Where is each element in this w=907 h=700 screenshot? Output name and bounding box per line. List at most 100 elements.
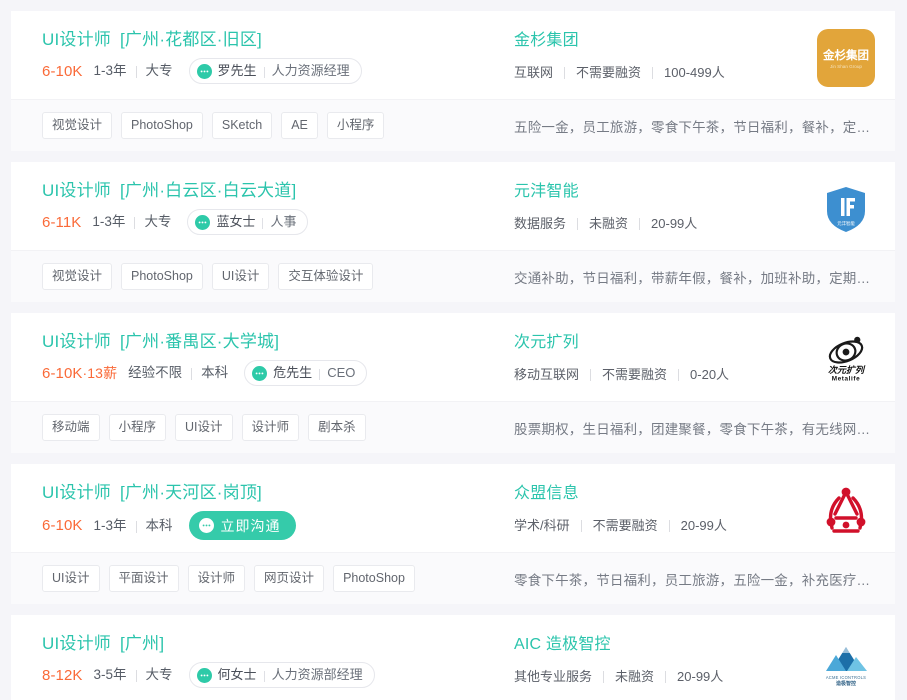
company-info: 元沣智能 数据服务 未融资 20-99人 — [514, 178, 697, 232]
company-name[interactable]: 次元扩列 — [514, 331, 729, 355]
skill-tag[interactable]: 小程序 — [326, 112, 385, 139]
job-title-line[interactable]: UI设计师 [广州] — [42, 631, 481, 657]
skill-tag[interactable]: 小程序 — [108, 414, 167, 441]
recruiter-separator — [262, 217, 264, 229]
job-education: 大专 — [145, 667, 173, 682]
job-title-line[interactable]: UI设计师 [广州·花都区·旧区] — [42, 27, 481, 53]
job-salary: 6-10K·13薪 — [42, 362, 117, 385]
recruiter-separator — [263, 66, 265, 78]
svg-text:次元扩列: 次元扩列 — [828, 365, 866, 375]
skill-tag-row: 移动端 小程序 UI设计 设计师 剧本杀 — [11, 414, 481, 441]
job-title-line[interactable]: UI设计师 [广州·番禺区·大学城] — [42, 329, 481, 355]
skill-tag[interactable]: 平面设计 — [108, 565, 179, 592]
company-info: 众盟信息 学术/科研 不需要融资 20-99人 — [514, 480, 727, 534]
job-location: [广州·番禺区·大学城] — [120, 332, 280, 351]
job-meta-line: 6-11K 1-3年 大专 蓝女士 人事 — [42, 209, 481, 235]
company-funding: 未融资 — [615, 669, 655, 684]
skill-tag[interactable]: UI设计 — [211, 263, 270, 290]
chat-bubble-icon — [252, 365, 268, 381]
svg-text:金杉集团: 金杉集团 — [822, 48, 869, 62]
recruiter-name: 蓝女士 — [216, 214, 256, 229]
skill-tag[interactable]: 剧本杀 — [308, 414, 366, 441]
job-education: 大专 — [145, 63, 173, 78]
job-card-footer: 视觉设计 PhotoShop SKetch AE 小程序 五险一金，员工旅游，零食下午茶，… — [11, 99, 895, 151]
recruiter-badge[interactable]: 危先生 CEO — [244, 360, 368, 386]
svg-text:ACME ICONTROLS: ACME ICONTROLS — [826, 675, 866, 680]
skill-tag[interactable]: SKetch — [211, 112, 273, 139]
skill-tag-row: 视觉设计 PhotoShop UI设计 交互体验设计 — [11, 263, 481, 290]
job-card-main: UI设计师 [广州·天河区·岗顶] 6-10K 1-3年 本科 立即沟通 众盟信息 学术/科研… — [11, 464, 895, 552]
job-info-column: UI设计师 [广州·白云区·白云大道] 6-11K 1-3年 大专 蓝女士 人事 — [11, 178, 481, 238]
recruiter-separator — [263, 670, 265, 682]
company-size: 0-20人 — [690, 367, 730, 382]
skill-tag[interactable]: PhotoShop — [121, 112, 203, 139]
job-card[interactable]: UI设计师 [广州·白云区·白云大道] 6-11K 1-3年 大专 蓝女士 人事 元沣智能 数据… — [11, 162, 895, 302]
job-card-footer: 视觉设计 PhotoShop UI设计 交互体验设计 交通补助，节日福利，带薪年假，餐补… — [11, 250, 895, 302]
company-name[interactable]: 众盟信息 — [514, 482, 727, 506]
chat-now-button[interactable]: 立即沟通 — [188, 511, 296, 540]
job-card[interactable]: UI设计师 [广州·花都区·旧区] 6-10K 1-3年 大专 罗先生 人力资源经理 金杉集团… — [11, 11, 895, 151]
skill-tag[interactable]: 视觉设计 — [42, 263, 113, 290]
skill-tag[interactable]: 设计师 — [187, 565, 246, 592]
company-name[interactable]: 元沣智能 — [514, 180, 697, 204]
job-meta-line: 8-12K 3-5年 大专 何女士 人力资源部经理 — [42, 662, 481, 688]
salary-range: 6-10K — [42, 62, 83, 80]
meta-separator — [665, 670, 667, 683]
salary-range: 6-11K — [42, 213, 82, 231]
recruiter-badge[interactable]: 何女士 人力资源部经理 — [188, 662, 375, 688]
skill-tag[interactable]: 设计师 — [241, 414, 300, 441]
meta-separator — [135, 66, 137, 78]
company-funding: 不需要融资 — [602, 367, 668, 382]
job-title-line[interactable]: UI设计师 [广州·白云区·白云大道] — [42, 178, 481, 204]
skill-tag[interactable]: UI设计 — [42, 565, 100, 592]
company-size: 100-499人 — [664, 65, 725, 80]
job-title: UI设计师 — [42, 634, 111, 653]
company-name[interactable]: AIC 造极智控 — [514, 633, 723, 657]
job-card-footer: 移动端 小程序 UI设计 设计师 剧本杀 股票期权，生日福利，团建聚餐，零食下午茶，有无线… — [11, 401, 895, 453]
skill-tag[interactable]: UI设计 — [175, 414, 233, 441]
skill-tag[interactable]: 视觉设计 — [42, 112, 113, 139]
chat-now-label: 立即沟通 — [220, 517, 281, 534]
skill-tag[interactable]: 网页设计 — [254, 565, 325, 592]
skill-tag[interactable]: PhotoShop — [333, 565, 415, 592]
meta-separator — [639, 217, 641, 230]
svg-text:Jin Shan Group: Jin Shan Group — [830, 64, 862, 69]
job-salary: 8-12K — [42, 664, 83, 687]
company-funding: 不需要融资 — [592, 518, 658, 533]
meta-separator — [678, 368, 680, 381]
jinshan-group-logo: 金杉集团 Jin Shan Group — [817, 29, 875, 87]
job-meta-line: 6-10K 1-3年 本科 立即沟通 — [42, 511, 481, 540]
recruiter-role: 人事 — [270, 214, 297, 229]
job-title: UI设计师 — [42, 181, 111, 200]
recruiter-badge[interactable]: 蓝女士 人事 — [187, 209, 309, 235]
company-meta-line: 互联网 不需要融资 100-499人 — [514, 62, 725, 81]
company-name[interactable]: 金杉集团 — [514, 29, 725, 53]
company-funding: 不需要融资 — [576, 65, 642, 80]
salary-range: 8-12K — [42, 666, 83, 684]
job-info-column: UI设计师 [广州] 8-12K 3-5年 大专 何女士 人力资源部经理 — [11, 631, 481, 691]
skill-tag[interactable]: PhotoShop — [121, 263, 203, 290]
skill-tag[interactable]: 交互体验设计 — [278, 263, 374, 290]
company-size: 20-99人 — [651, 216, 698, 231]
chat-bubble-icon — [195, 214, 211, 230]
job-card[interactable]: UI设计师 [广州·番禺区·大学城] 6-10K·13薪 经验不限 本科 危先生 CEO 次元… — [11, 313, 895, 453]
job-card[interactable]: UI设计师 [广州] 8-12K 3-5年 大专 何女士 人力资源部经理 AIC 造极智控 其他… — [11, 615, 895, 700]
meta-separator — [135, 670, 137, 682]
skill-tag[interactable]: 移动端 — [42, 414, 100, 441]
meta-separator — [135, 520, 137, 533]
job-card-main: UI设计师 [广州] 8-12K 3-5年 大专 何女士 人力资源部经理 AIC 造极智控 其他… — [11, 615, 895, 700]
skill-tag[interactable]: AE — [281, 112, 318, 139]
job-education: 大专 — [144, 214, 172, 229]
company-industry: 互联网 — [514, 65, 554, 80]
salary-range: 6-10K — [42, 364, 83, 382]
job-card[interactable]: UI设计师 [广州·天河区·岗顶] 6-10K 1-3年 本科 立即沟通 众盟信息 学术/科研… — [11, 464, 895, 604]
job-salary: 6-11K — [42, 211, 81, 234]
recruiter-name: 罗先生 — [217, 63, 257, 78]
job-title-line[interactable]: UI设计师 [广州·天河区·岗顶] — [42, 480, 481, 506]
company-funding: 未融资 — [589, 216, 629, 231]
job-meta-line: 6-10K·13薪 经验不限 本科 危先生 CEO — [42, 360, 481, 386]
aic-mountain-logo: ACME ICONTROLS 造极智控 — [817, 633, 875, 691]
recruiter-role: 人力资源经理 — [271, 63, 350, 78]
recruiter-badge[interactable]: 罗先生 人力资源经理 — [188, 58, 362, 84]
job-salary: 6-10K — [42, 60, 83, 83]
